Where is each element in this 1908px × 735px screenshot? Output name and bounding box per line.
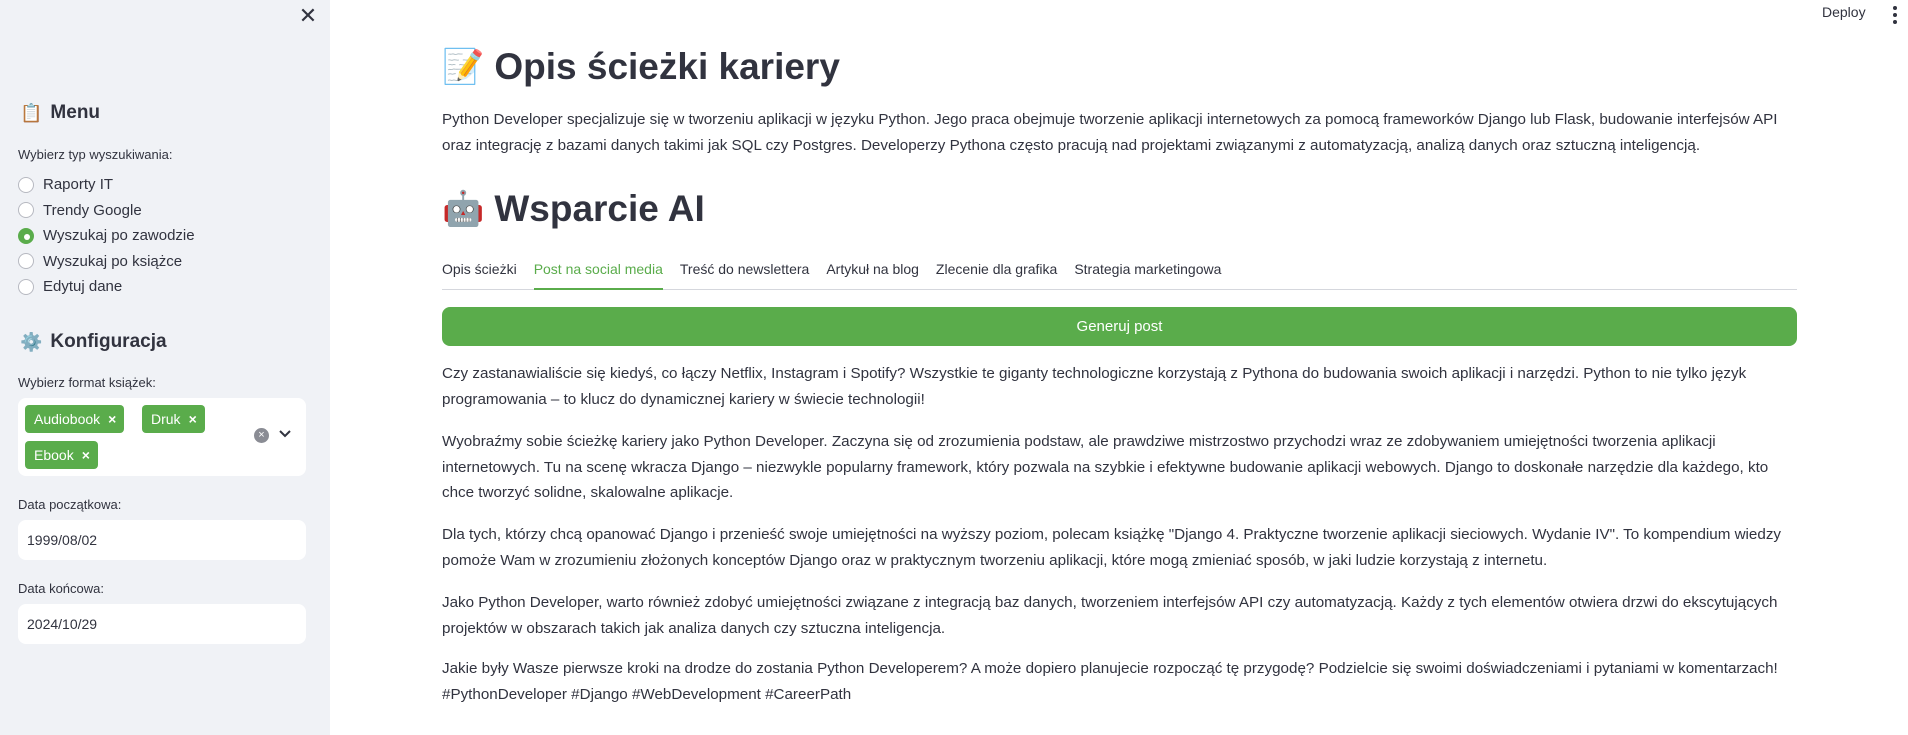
robot-icon: 🤖 — [442, 190, 485, 228]
tab-post-social-media[interactable]: Post na social media — [533, 256, 663, 290]
radio-wyszukaj-po-zawodzie[interactable]: Wyszukaj po zawodzie — [18, 223, 195, 249]
tag-ebook: Ebook × — [25, 441, 98, 469]
tab-blog-article[interactable]: Artykuł na blog — [826, 256, 919, 290]
post-paragraph: Wyobraźmy sobie ścieżkę kariery jako Pyt… — [442, 433, 1769, 501]
menu-title: Menu — [50, 102, 101, 123]
tab-newsletter[interactable]: Treść do newslettera — [680, 256, 809, 290]
config-title: Konfiguracja — [50, 331, 167, 352]
ai-title: Wsparcie AI — [494, 188, 705, 229]
ai-heading: 🤖 Wsparcie AI — [442, 188, 705, 230]
search-type-label: Wybierz typ wyszukiwania: — [18, 147, 173, 162]
end-date-label: Data końcowa: — [18, 581, 104, 596]
tab-marketing-strategy[interactable]: Strategia marketingowa — [1074, 256, 1221, 290]
clear-all-icon[interactable]: × — [254, 428, 269, 443]
radio-wyszukaj-po-ksiazce[interactable]: Wyszukaj po książce — [18, 249, 195, 275]
deploy-button[interactable]: Deploy — [1822, 4, 1866, 20]
tag-audiobook: Audiobook × — [25, 405, 125, 433]
radio-circle-icon — [18, 253, 34, 270]
radio-label: Raporty IT — [43, 176, 114, 194]
config-header: ⚙️ Konfiguracja — [20, 331, 167, 353]
post-paragraph: Dla tych, którzy chcą opanować Django i … — [442, 526, 1782, 569]
tag-label: Ebook — [34, 447, 74, 463]
career-title: Opis ścieżki kariery — [494, 46, 840, 87]
start-date-input[interactable]: 1999/08/02 — [18, 520, 306, 560]
tag-druk: Druk × — [142, 405, 205, 433]
post-paragraph: Czy zastanawialiście się kiedyś, co łącz… — [442, 365, 1747, 408]
career-heading: 📝 Opis ścieżki kariery — [442, 46, 840, 88]
radio-label: Wyszukaj po zawodzie — [43, 227, 195, 245]
radio-label: Wyszukaj po książce — [43, 252, 183, 270]
search-type-radio-group: Raporty IT Trendy Google Wyszukaj po zaw… — [18, 172, 195, 300]
career-description: Python Developer specjalizuje się w twor… — [442, 111, 1778, 154]
tab-opis-sciezki[interactable]: Opis ścieżki — [442, 256, 517, 290]
radio-circle-icon — [18, 176, 34, 193]
start-date-label: Data początkowa: — [18, 497, 122, 512]
book-format-multiselect[interactable]: Audiobook × Druk × Ebook × × — [18, 398, 306, 476]
remove-tag-icon[interactable]: × — [82, 447, 90, 463]
end-date-input[interactable]: 2024/10/29 — [18, 604, 306, 644]
book-format-label: Wybierz format książek: — [18, 375, 156, 390]
radio-raporty-it[interactable]: Raporty IT — [18, 172, 195, 198]
remove-tag-icon[interactable]: × — [108, 411, 116, 427]
radio-checked-icon — [18, 227, 34, 244]
post-paragraph: Jakie były Wasze pierwsze kroki na drodz… — [442, 660, 1778, 703]
sidebar: ✕ 📋 Menu Wybierz typ wyszukiwania: Rapor… — [0, 0, 330, 735]
generate-post-button[interactable]: Generuj post — [442, 307, 1797, 346]
post-paragraph: Jako Python Developer, warto również zdo… — [442, 594, 1778, 637]
radio-edytuj-dane[interactable]: Edytuj dane — [18, 274, 195, 300]
menu-header: 📋 Menu — [20, 102, 100, 124]
memo-icon: 📝 — [442, 48, 485, 86]
main-menu-icon[interactable] — [1890, 6, 1900, 30]
tab-graphic-designer[interactable]: Zlecenie dla grafika — [936, 256, 1057, 290]
tag-label: Audiobook — [34, 411, 101, 427]
chevron-down-icon[interactable] — [276, 424, 294, 444]
gear-icon: ⚙️ — [20, 331, 43, 352]
remove-tag-icon[interactable]: × — [189, 411, 197, 427]
radio-circle-icon — [18, 278, 34, 295]
tag-label: Druk — [151, 411, 181, 427]
clipboard-icon: 📋 — [20, 102, 43, 123]
close-sidebar-icon[interactable]: ✕ — [296, 4, 320, 28]
radio-label: Edytuj dane — [43, 278, 123, 296]
tab-bar: Opis ścieżki Post na social media Treść … — [442, 256, 1797, 290]
radio-circle-icon — [18, 202, 34, 219]
radio-trendy-google[interactable]: Trendy Google — [18, 198, 195, 224]
radio-label: Trendy Google — [43, 201, 142, 219]
